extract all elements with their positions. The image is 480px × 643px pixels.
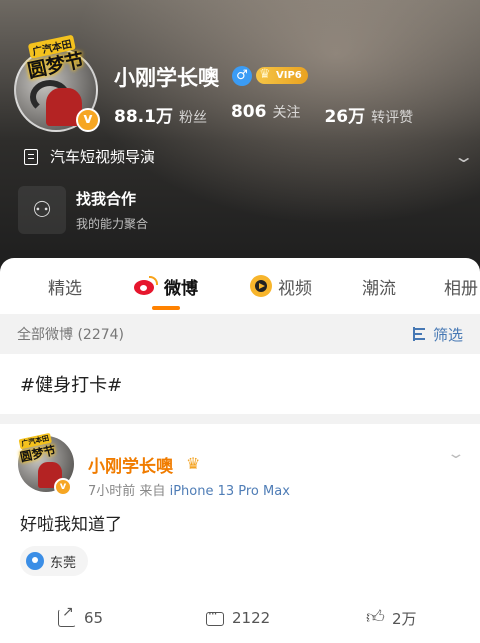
like-count: 2万 xyxy=(392,609,417,628)
profile-bio: 汽车短视频导演 xyxy=(50,148,156,166)
chevron-down-icon[interactable]: ⌄ xyxy=(447,446,466,462)
stat-label: 转评赞 xyxy=(371,110,414,126)
video-play-icon xyxy=(250,275,272,297)
filter-button[interactable]: 筛选 xyxy=(412,324,463,345)
location-label: 东莞 xyxy=(50,555,77,571)
stat-label: 粉丝 xyxy=(178,110,207,126)
active-tab-indicator xyxy=(152,306,180,310)
filter-icon xyxy=(412,327,429,341)
profile-name: 小刚学长噢 xyxy=(114,66,219,90)
profile-tabs: 精选 微博 视频 潮流 相册 xyxy=(0,258,480,314)
chevron-down-icon[interactable]: ⌄ xyxy=(453,147,474,166)
tab-album[interactable]: 相册 xyxy=(444,258,478,314)
post-count: 全部微博 (2274) xyxy=(17,327,125,343)
stat-value: 26万 xyxy=(324,107,366,127)
stat-value: 88.1万 xyxy=(114,107,173,127)
crown-icon: ♛ xyxy=(259,67,271,82)
share-button[interactable]: 65 xyxy=(58,604,104,627)
post-meta: 7小时前 来自 iPhone 13 Pro Max xyxy=(88,480,290,499)
post-author[interactable]: 小刚学长噢 xyxy=(88,452,173,477)
filter-label: 筛选 xyxy=(432,325,463,344)
stat-following[interactable]: 806 关注 xyxy=(231,102,301,127)
post-time: 7小时前 xyxy=(88,484,136,499)
profile-bio-row[interactable]: 汽车短视频导演 ⌄ xyxy=(24,146,474,167)
tab-label: 相册 xyxy=(444,278,478,299)
topic-row[interactable]: #健身打卡# xyxy=(0,354,480,414)
tab-trend[interactable]: 潮流 xyxy=(362,258,396,314)
tab-weibo[interactable]: 微博 xyxy=(134,258,198,314)
share-count: 65 xyxy=(84,609,104,627)
thumbs-up-icon: 👍︎ xyxy=(366,607,385,628)
crown-badge-icon: ♛ xyxy=(186,454,201,473)
cooperation-subtitle: 我的能力聚合 xyxy=(76,217,149,231)
post-card: 广汽本田 圆梦节 v 小刚学长噢 ♛ 7小时前 来自 iPhone 13 Pro… xyxy=(0,424,480,643)
cooperation-title: 找我合作 xyxy=(76,190,137,208)
share-icon xyxy=(58,604,76,627)
profile-header: 广汽本田 圆梦节 v 小刚学长噢 ♂ ♛ VIP6 88.1万 粉丝 806 关… xyxy=(0,0,480,272)
comment-count: 2122 xyxy=(232,609,271,627)
location-pin-icon xyxy=(26,552,44,570)
comment-button[interactable]: 2122 xyxy=(206,607,271,627)
location-tag[interactable]: 东莞 xyxy=(20,546,89,576)
post-source-prefix: 来自 xyxy=(139,484,166,499)
comment-icon xyxy=(206,607,224,626)
verified-badge-icon: v xyxy=(76,108,100,132)
like-button[interactable]: 👍︎ 2万 xyxy=(366,608,417,629)
tab-featured[interactable]: 精选 xyxy=(48,258,82,314)
verified-badge-icon: v xyxy=(54,478,72,496)
tab-label: 微博 xyxy=(164,278,198,299)
tab-label: 潮流 xyxy=(362,278,396,299)
filter-bar: 全部微博 (2274) 筛选 xyxy=(0,314,480,354)
topic-label: #健身打卡# xyxy=(20,375,123,396)
cooperation-card[interactable]: ⚇ 找我合作 我的能力聚合 xyxy=(18,186,148,234)
post-device[interactable]: iPhone 13 Pro Max xyxy=(170,484,290,499)
tab-video[interactable]: 视频 xyxy=(250,258,312,314)
vip-badge[interactable]: ♛ VIP6 xyxy=(256,67,308,84)
post-actions: 65 2122 👍︎ 2万 xyxy=(0,596,480,640)
tab-label: 精选 xyxy=(48,278,82,299)
document-icon xyxy=(24,148,38,165)
stat-followers[interactable]: 88.1万 粉丝 xyxy=(114,102,207,127)
stat-value: 806 xyxy=(230,102,267,122)
handshake-icon: ⚇ xyxy=(18,186,66,234)
weibo-logo-icon xyxy=(134,276,158,296)
stat-label: 关注 xyxy=(272,105,301,121)
post-text: 好啦我知道了 xyxy=(20,515,122,535)
male-gender-icon: ♂ xyxy=(232,66,252,86)
tab-label: 视频 xyxy=(278,278,312,299)
stat-interactions[interactable]: 26万 转评赞 xyxy=(324,102,413,127)
profile-stats: 88.1万 粉丝 806 关注 26万 转评赞 xyxy=(114,102,413,127)
vip-label: VIP6 xyxy=(276,70,302,81)
